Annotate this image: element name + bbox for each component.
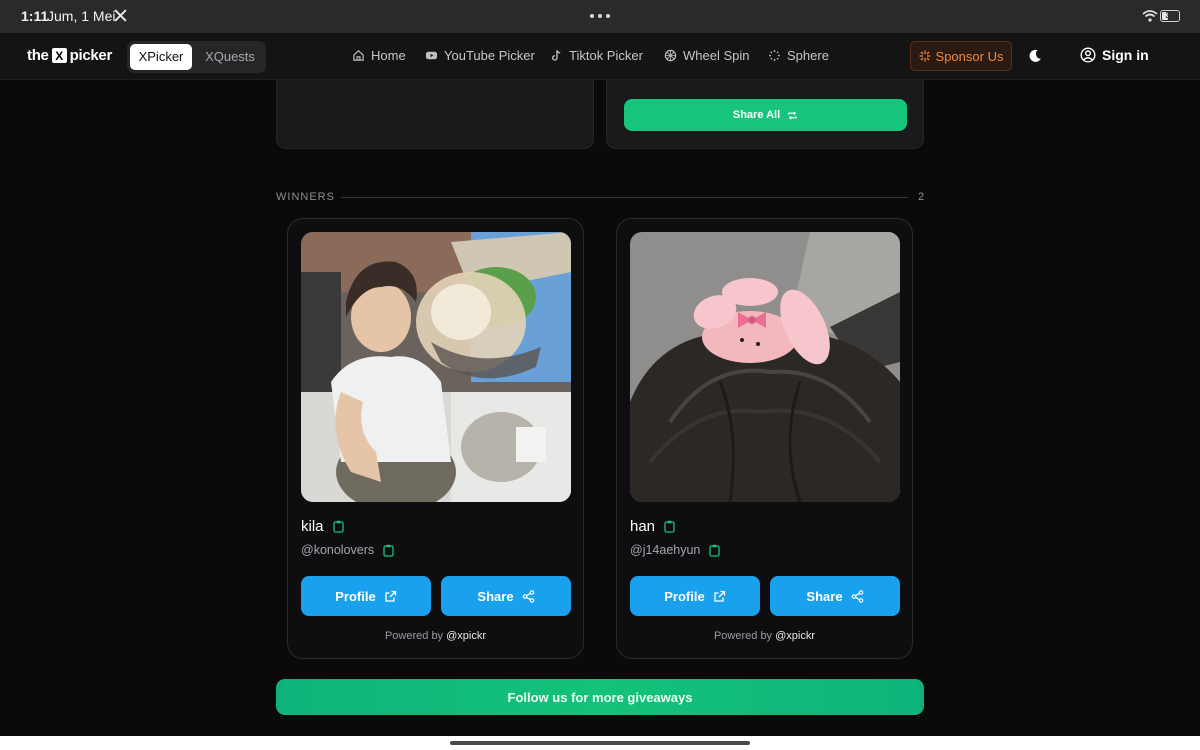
profile-button[interactable]: Profile — [301, 576, 431, 616]
youtube-icon — [425, 51, 438, 60]
repost-icon — [788, 110, 797, 120]
share-button[interactable]: Share — [770, 576, 900, 616]
powered-handle-link[interactable]: @xpickr — [775, 630, 815, 642]
winner-photo — [301, 232, 571, 502]
nav-home[interactable]: Home — [352, 48, 406, 63]
winner-name: kila — [301, 518, 344, 535]
user-circle-icon — [1080, 47, 1096, 63]
profile-label: Profile — [335, 588, 376, 604]
picker-segmented-control: XPicker XQuests — [127, 41, 266, 73]
logo[interactable]: the X picker — [27, 47, 112, 64]
winners-divider — [341, 197, 908, 198]
winner-handle-text: @konolovers — [301, 543, 375, 557]
profile-label: Profile — [664, 588, 705, 604]
home-indicator[interactable] — [450, 741, 750, 745]
winner-handle: @konolovers — [301, 543, 394, 557]
winner-card: kila @konolovers Profile Share Powered b… — [287, 218, 584, 659]
top-left-panel — [276, 80, 594, 149]
powered-by: Powered by @xpickr — [288, 630, 583, 642]
external-link-icon — [385, 590, 396, 602]
x-app-icon — [114, 9, 127, 22]
follow-label: Follow us for more giveaways — [507, 689, 693, 705]
status-bar: 1:11 Jum, 1 Mei 32 — [0, 0, 1200, 33]
nav-wheel-label: Wheel Spin — [683, 48, 750, 63]
winners-heading: WINNERS — [276, 191, 335, 203]
home-icon — [353, 50, 364, 61]
sponsor-label: Sponsor Us — [935, 48, 1004, 64]
powered-prefix: Powered by — [713, 630, 773, 642]
winners-count: 2 — [918, 191, 925, 203]
sparkle-icon — [919, 50, 931, 62]
share-label: Share — [477, 588, 514, 604]
wifi-icon — [1142, 10, 1158, 22]
status-time: 1:11 — [21, 8, 49, 24]
tiktok-icon — [552, 50, 561, 61]
tab-xquests[interactable]: XQuests — [197, 44, 263, 70]
nav-tiktok-label: Tiktok Picker — [569, 48, 643, 63]
copy-handle-icon[interactable] — [709, 544, 721, 557]
powered-by: Powered by @xpickr — [617, 630, 912, 642]
copy-name-icon[interactable] — [664, 520, 675, 533]
tab-xpicker[interactable]: XPicker — [130, 44, 192, 70]
sphere-icon — [769, 50, 780, 61]
status-date: Jum, 1 Mei — [47, 8, 116, 24]
follow-button[interactable]: Follow us for more giveaways — [276, 679, 924, 715]
copy-name-icon[interactable] — [332, 520, 344, 533]
share-icon — [851, 589, 863, 603]
sign-in-button[interactable]: Sign in — [1080, 47, 1149, 63]
winner-card: han @j14aehyun Profile Share Powered by … — [616, 218, 913, 659]
winner-name-text: han — [630, 518, 656, 535]
nav-wheel-spin[interactable]: Wheel Spin — [664, 48, 749, 63]
nav-home-label: Home — [371, 48, 406, 63]
powered-prefix: Powered by — [384, 630, 444, 642]
multitask-dots-icon[interactable] — [590, 14, 610, 18]
sponsor-button[interactable]: Sponsor Us — [910, 41, 1012, 71]
external-link-icon — [714, 590, 725, 602]
battery-icon: 32 — [1160, 10, 1180, 22]
share-all-button[interactable]: Share All — [624, 99, 907, 131]
nav-youtube-picker[interactable]: YouTube Picker — [425, 48, 535, 63]
app-header: the X picker XPicker XQuests Home YouTub… — [0, 33, 1200, 80]
profile-button[interactable]: Profile — [630, 576, 760, 616]
powered-handle-link[interactable]: @xpickr — [446, 630, 486, 642]
winner-handle: @j14aehyun — [630, 543, 721, 557]
winner-handle-text: @j14aehyun — [630, 543, 701, 557]
sign-in-label: Sign in — [1102, 47, 1149, 63]
share-all-label: Share All — [732, 109, 781, 121]
logo-x-mark: X — [51, 48, 67, 63]
copy-handle-icon[interactable] — [383, 544, 394, 557]
nav-sphere-label: Sphere — [787, 48, 829, 63]
theme-toggle-moon-icon[interactable] — [1028, 49, 1042, 63]
nav-youtube-label: YouTube Picker — [444, 48, 535, 63]
logo-left-text: the — [27, 47, 49, 64]
wheel-icon — [664, 49, 677, 62]
winner-name-text: kila — [301, 518, 324, 535]
share-label: Share — [806, 588, 843, 604]
winner-photo — [630, 232, 900, 502]
nav-tiktok-picker[interactable]: Tiktok Picker — [550, 48, 643, 63]
share-icon — [522, 589, 534, 603]
winner-name: han — [630, 518, 675, 535]
nav-sphere[interactable]: Sphere — [768, 48, 829, 63]
logo-right-text: picker — [69, 47, 113, 64]
share-button[interactable]: Share — [441, 576, 571, 616]
battery-level: 32 — [1165, 11, 1175, 20]
